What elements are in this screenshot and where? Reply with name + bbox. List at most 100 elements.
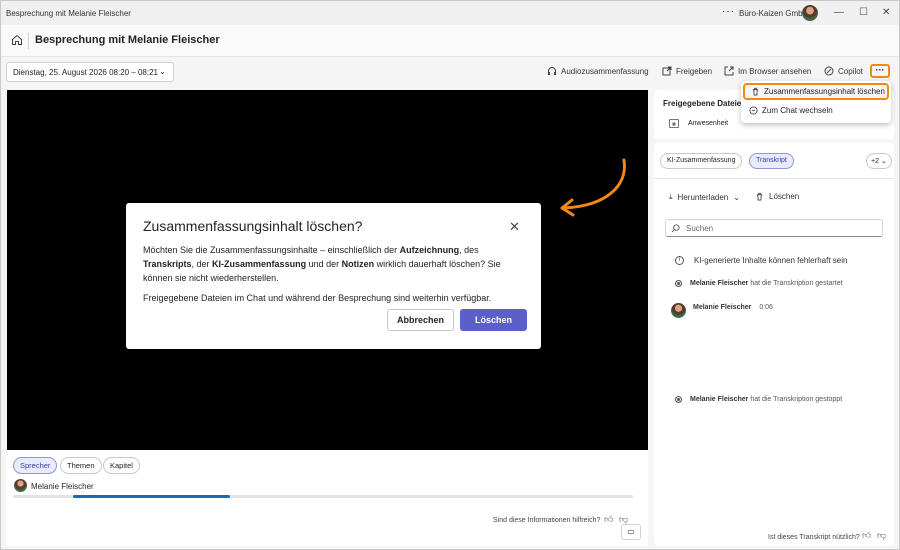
delete-dialog: Zusammenfassungsinhalt löschen? ✕ Möchte… [126,203,541,349]
dialog-text-bold: KI-Zusammenfassung [212,259,307,269]
timeline-progress [73,495,230,498]
title-bar: Besprechung mit Melanie Fleischer ··· Bü… [1,1,899,25]
filter-topics[interactable]: Themen [60,457,102,474]
audio-summary-label: Audiozusammenfassung [561,66,649,76]
share-label: Freigeben [676,66,713,76]
transcript-event-started: Melanie Fleischer hat die Transkription … [675,280,843,287]
player-controls: Sprecher Themen Kapitel Melanie Fleische… [7,450,648,546]
transcript-event-stopped: Melanie Fleischer hat die Transkription … [675,396,842,403]
event-text: hat die Transkription gestartet [750,280,843,287]
transcript-useful-question: Ist dieses Transkript nützlich? [768,534,860,541]
divider [654,178,894,179]
home-icon[interactable] [11,34,23,46]
copilot-label: Copilot [838,66,863,76]
avatar [14,479,27,492]
search-icon [671,224,680,233]
thumbs-up-icon[interactable]: 👍︎ [604,514,613,525]
info-icon: i [675,256,684,265]
speaker-name: Melanie Fleischer [31,482,94,491]
ai-notice-text: KI-generierte Inhalte können fehlerhaft … [694,256,848,265]
arrow-annotation-icon [560,158,626,217]
thumbs-down-icon[interactable]: 👎︎ [877,530,886,541]
event-name: Melanie Fleischer [690,396,749,403]
share-icon [662,66,672,76]
chevron-down-icon: ⌄ [878,158,887,165]
copilot-button[interactable]: Copilot [824,66,863,76]
record-icon [675,396,682,403]
trash-icon [752,87,759,96]
menu-item-label: Zusammenfassungsinhalt löschen [764,87,885,96]
filter-speakers[interactable]: Sprecher [13,457,58,474]
copilot-icon [824,66,834,76]
captions-icon[interactable]: ▭ [621,524,641,540]
shared-files-title: Freigegebene Dateien [663,99,747,108]
file-name: Anwesenheit [688,120,729,127]
menu-item-delete-summary[interactable]: Zusammenfassungsinhalt löschen [743,83,889,100]
tab-more[interactable]: +2 ⌄ [866,153,892,169]
delete-transcript-button[interactable]: Löschen [755,192,799,201]
share-button[interactable]: Freigeben [662,66,712,76]
header: Besprechung mit Melanie Fleischer [1,25,899,57]
dialog-text-bold: Transkripts [143,259,192,269]
dialog-text-bold: Notizen [341,259,375,269]
transcript-panel: KI-Zusammenfassung Transkript +2 ⌄ ⤓ Her… [654,143,894,546]
date-label: Dienstag, 25. August 2026 08:20 – 08:21 [13,68,159,77]
open-in-browser-label: Im Browser ansehen [738,66,812,76]
dialog-text: und der [306,259,342,269]
headphones-icon [548,67,556,75]
delete-label: Löschen [769,192,800,201]
page-title: Besprechung mit Melanie Fleischer [35,34,220,46]
record-icon [675,280,682,287]
avatar[interactable] [802,5,818,21]
download-icon: ⤓ [669,192,673,201]
ai-notice: i KI-generierte Inhalte können fehlerhaf… [675,256,847,265]
dialog-text-bold: Aufzeichnung [399,245,460,255]
organization-name[interactable]: Büro-Kaizen GmbH [739,9,808,18]
window-title: Besprechung mit Melanie Fleischer [6,9,131,18]
dialog-text: , der [191,259,213,269]
open-in-browser-button[interactable]: Im Browser ansehen [724,66,811,76]
spreadsheet-icon: ▦ [669,119,679,128]
app-window: Besprechung mit Melanie Fleischer ··· Bü… [0,0,900,550]
entry-speaker: Melanie Fleischer [693,304,752,311]
file-item-attendance[interactable]: ▦ Anwesenheit [669,119,728,128]
chevron-down-icon: ⌄ [733,192,740,202]
event-text: hat die Transkription gestoppt [750,396,843,403]
search-input[interactable]: Suchen [665,219,883,237]
dialog-text: Möchten Sie die Zusammenfassungsinhalte … [143,245,400,255]
transcript-entry[interactable]: Melanie Fleischer 0:06 [671,303,773,318]
download-button[interactable]: ⤓ Herunterladen ⌄ [669,192,740,202]
speaker-timeline[interactable] [13,495,633,498]
minimize-button[interactable]: — [834,7,844,18]
search-placeholder: Suchen [686,224,714,233]
menu-item-go-to-chat[interactable]: Zum Chat wechseln [743,102,889,119]
close-window-button[interactable]: ✕ [882,7,890,18]
tab-more-label: +2 [871,158,879,165]
chat-icon [749,106,758,115]
close-icon[interactable]: ✕ [509,219,520,235]
helpful-question: Sind diese Informationen hilfreich? [493,517,601,524]
maximize-button[interactable]: ☐ [859,7,868,18]
dialog-title: Zusammenfassungsinhalt löschen? [143,218,363,234]
event-name: Melanie Fleischer [690,280,749,287]
divider [28,33,29,49]
dialog-body: Möchten Sie die Zusammenfassungsinhalte … [143,243,529,285]
filter-chapters[interactable]: Kapitel [103,457,140,474]
more-options-icon[interactable]: ··· [722,6,735,17]
tab-transcript[interactable]: Transkript [749,153,794,169]
download-label: Herunterladen [677,192,729,202]
more-menu: Zusammenfassungsinhalt löschen Zum Chat … [741,81,891,123]
tab-ai-summary[interactable]: KI-Zusammenfassung [660,153,743,169]
cancel-button[interactable]: Abbrechen [387,309,454,331]
audio-summary-button[interactable]: Audiozusammenfassung [547,66,649,76]
chevron-down-icon: ⌄ [159,67,166,76]
more-button[interactable]: ··· [870,64,890,78]
avatar [671,303,686,318]
dialog-secondary-text: Freigegebene Dateien im Chat und während… [143,293,492,303]
dialog-text: , des [459,245,479,255]
thumbs-up-icon[interactable]: 👍︎ [862,530,871,541]
date-dropdown[interactable]: Dienstag, 25. August 2026 08:20 – 08:21 … [6,62,174,82]
delete-button[interactable]: Löschen [460,309,527,331]
entry-time: 0:06 [759,304,773,311]
external-link-icon [724,66,734,76]
